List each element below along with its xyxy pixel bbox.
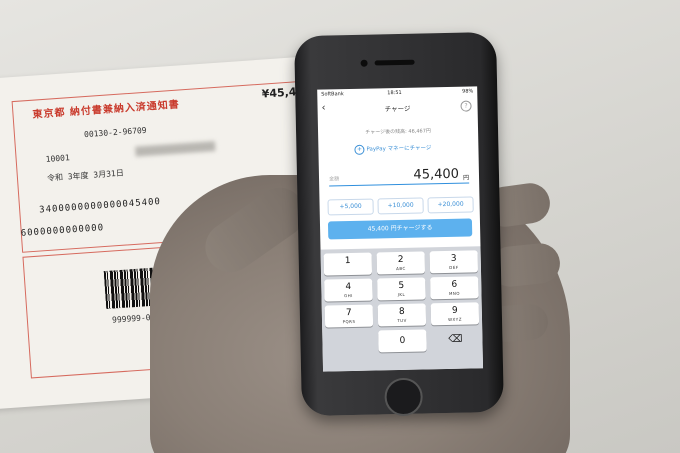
numeric-keypad: 1 2 ABC 3 DEF 4 GHI 5 JKL 6 MNO 7 PQRS 8 TUV 9W…: [320, 246, 484, 372]
quick-add-10000-button[interactable]: +10,000: [377, 197, 424, 215]
key-digit: 3: [450, 253, 457, 264]
key-2[interactable]: 2 ABC: [376, 251, 426, 275]
key-letters: MNO: [448, 290, 461, 296]
key-letters: PQRS: [342, 318, 356, 325]
home-button[interactable]: [384, 377, 424, 417]
key-digit: 1: [344, 256, 351, 267]
key-4[interactable]: 4 GHI: [324, 278, 373, 302]
key-6[interactable]: 6 MNO: [430, 276, 479, 300]
key-9[interactable]: 9 WXYZ: [430, 302, 480, 326]
key-digit: 9: [451, 305, 458, 316]
slip-number: 10001: [45, 153, 71, 164]
key-digit: 2: [397, 254, 404, 266]
key-7[interactable]: 7 PQRS: [324, 304, 374, 328]
key-letters: ABC: [396, 265, 406, 272]
key-3[interactable]: 3 DEF: [429, 250, 479, 274]
clock: 18:51: [387, 89, 402, 97]
key-letters: GHI: [344, 292, 353, 299]
status-bar: SoftBank 18:51 98%: [317, 86, 477, 99]
charge-submit-button[interactable]: 45,400 円チャージする: [327, 218, 473, 240]
quick-add-20000-button[interactable]: +20,000: [427, 196, 474, 214]
plus-icon: +: [354, 144, 365, 155]
page-title: チャージ: [384, 104, 411, 114]
key-1[interactable]: 1: [323, 252, 373, 276]
backspace-icon: ⌫: [448, 333, 463, 345]
key-digit: 6: [451, 279, 458, 290]
key-letters: WXYZ: [448, 316, 462, 322]
key-letters: JKL: [397, 291, 406, 298]
key-digit: 4: [345, 282, 352, 293]
key-digit: 0: [399, 335, 406, 347]
amount-label: 金額: [328, 176, 340, 183]
key-digit: 8: [398, 306, 405, 318]
balance-after-charge: チャージ後の残高: 46,467円: [365, 128, 431, 136]
key-8[interactable]: 8 TUV: [377, 303, 427, 327]
smartphone: SoftBank 18:51 98% ‹ チャージ ? チャージ後の残高: 46…: [294, 31, 504, 417]
amount-value: 45,400: [413, 166, 460, 183]
key-digit: 5: [398, 280, 405, 292]
charge-link-label: PayPay マネーにチャージ: [366, 145, 432, 153]
photo-scene: 東京都 納付書兼納入済通知書 ¥45,400 00130-2-96709 100…: [0, 0, 680, 453]
key-digit: 7: [345, 308, 352, 319]
quick-add-5000-button[interactable]: +5,000: [327, 198, 374, 216]
battery-level: 98%: [462, 88, 474, 95]
nav-bar: ‹ チャージ ?: [317, 98, 477, 117]
key-5[interactable]: 5 JKL: [377, 277, 426, 301]
key-letters: TUV: [397, 317, 407, 324]
paypay-money-charge-link[interactable]: + PayPay マネーにチャージ: [354, 143, 431, 155]
key-letters: DEF: [449, 264, 459, 270]
front-camera-icon: [360, 59, 368, 67]
amount-unit: 円: [462, 174, 470, 182]
backspace-key[interactable]: ⌫: [431, 328, 479, 351]
carrier-label: SoftBank: [321, 91, 344, 98]
key-blank: [325, 331, 373, 354]
phone-screen: SoftBank 18:51 98% ‹ チャージ ? チャージ後の残高: 46…: [317, 86, 484, 372]
earpiece: [374, 59, 415, 66]
key-0[interactable]: 0: [378, 329, 427, 353]
amount-field[interactable]: 金額 45,400 円: [328, 166, 470, 187]
